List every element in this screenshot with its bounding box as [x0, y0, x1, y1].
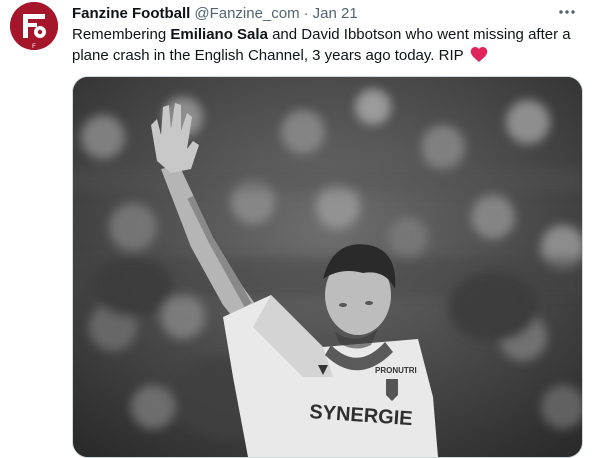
tweet-text: Remembering Emiliano Sala and David Ibbo…	[72, 24, 578, 69]
more-dots-icon	[559, 10, 575, 14]
tweet-text-bold: Emiliano Sala	[170, 26, 268, 43]
tweet[interactable]: F Fanzine Football @Fanzine_com · Jan 21…	[0, 0, 592, 458]
tweet-date[interactable]: Jan 21	[313, 5, 358, 22]
tweet-text-intro: Remembering	[72, 26, 171, 43]
fanzine-logo-icon: F	[10, 2, 58, 50]
header-separator: ·	[303, 4, 309, 22]
tweet-header: Fanzine Football @Fanzine_com · Jan 21	[72, 3, 358, 23]
author-avatar[interactable]: F	[10, 2, 58, 50]
player-photo-image: PRONUTRI SYNERGIE	[73, 77, 582, 457]
shirt-brand-text: PRONUTRI	[375, 366, 417, 375]
author-handle[interactable]: @Fanzine_com	[194, 5, 299, 22]
tweet-photo[interactable]: PRONUTRI SYNERGIE	[72, 76, 583, 458]
avatar-letter: F	[32, 44, 36, 50]
author-name[interactable]: Fanzine Football	[72, 5, 190, 22]
red-heart-icon	[470, 46, 488, 69]
more-options-button[interactable]	[556, 3, 578, 21]
